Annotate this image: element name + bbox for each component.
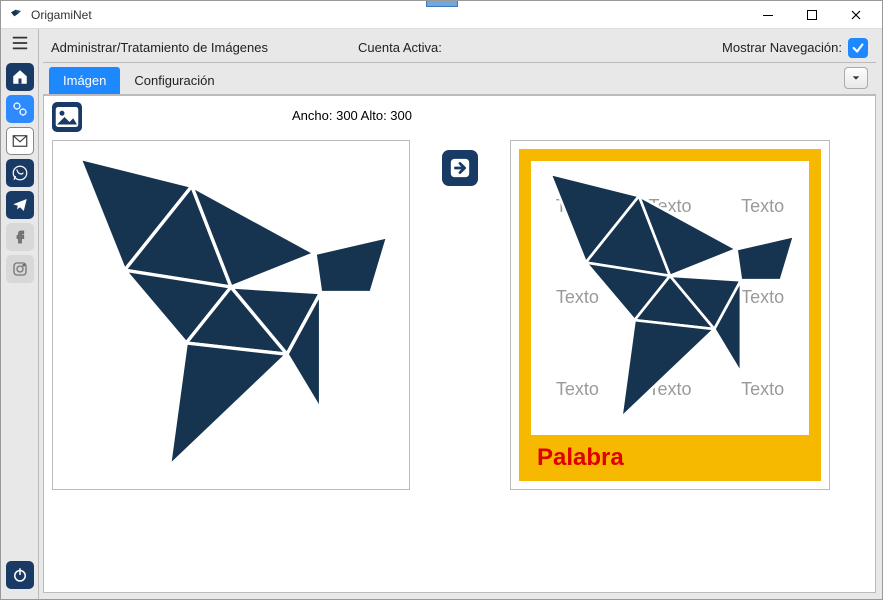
window-maximize-button[interactable] xyxy=(790,2,834,28)
output-card: Texto Texto Texto Texto Texto Texto Text… xyxy=(519,149,821,481)
active-account-label: Cuenta Activa: xyxy=(358,40,442,55)
hamburger-menu-button[interactable] xyxy=(8,33,32,53)
power-icon[interactable] xyxy=(6,561,34,589)
process-arrow-button[interactable] xyxy=(442,150,478,186)
app-icon xyxy=(9,7,25,23)
content-area: Administrar/Tratamiento de Imágenes Cuen… xyxy=(39,29,882,599)
breadcrumb: Administrar/Tratamiento de Imágenes xyxy=(51,40,268,55)
facebook-icon[interactable] xyxy=(6,223,34,251)
mail-icon[interactable] xyxy=(6,127,34,155)
origami-bird-preview-icon xyxy=(535,165,805,431)
window-close-button[interactable] xyxy=(834,2,878,28)
show-navigation-checkbox[interactable] xyxy=(848,38,868,58)
home-icon[interactable] xyxy=(6,63,34,91)
instagram-icon[interactable] xyxy=(6,255,34,283)
window-minimize-button[interactable] xyxy=(746,2,790,28)
top-toolbar: Administrar/Tratamiento de Imágenes Cuen… xyxy=(43,33,876,63)
origami-bird-icon xyxy=(59,147,403,483)
workspace-panel: Ancho: 300 Alto: 300 xyxy=(43,95,876,593)
window-drag-grip[interactable] xyxy=(426,1,458,7)
window-title: OrigamiNet xyxy=(31,8,92,22)
tab-bar: Imágen Configuración xyxy=(43,63,876,95)
tab-configuration[interactable]: Configuración xyxy=(120,67,228,94)
show-navigation-label: Mostrar Navegación: xyxy=(722,40,842,55)
whatsapp-icon[interactable] xyxy=(6,159,34,187)
tabs-overflow-button[interactable] xyxy=(844,67,868,89)
card-caption[interactable]: Palabra xyxy=(531,435,809,481)
left-sidebar xyxy=(1,29,39,599)
window-titlebar: OrigamiNet xyxy=(1,1,882,29)
image-dimensions-label: Ancho: 300 Alto: 300 xyxy=(292,108,412,123)
tab-image[interactable]: Imágen xyxy=(49,67,120,94)
image-picker-button[interactable] xyxy=(52,102,82,132)
settings-gears-icon[interactable] xyxy=(6,95,34,123)
preview-card-panel: Texto Texto Texto Texto Texto Texto Text… xyxy=(510,140,830,490)
source-image-panel xyxy=(52,140,410,490)
telegram-icon[interactable] xyxy=(6,191,34,219)
